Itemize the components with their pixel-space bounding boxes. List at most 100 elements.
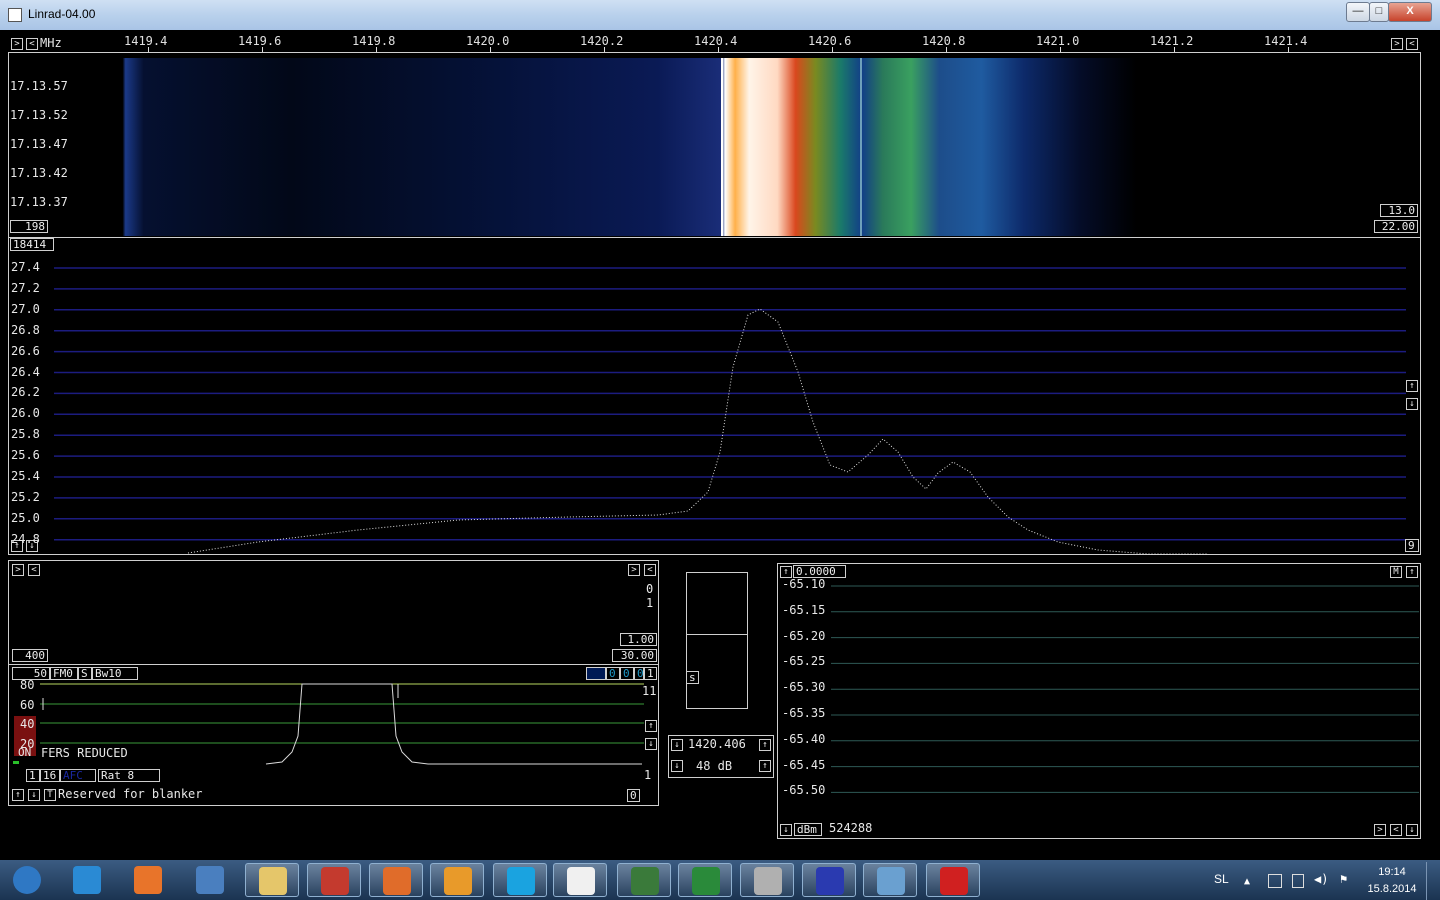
blanker-box[interactable]: 0: [627, 789, 640, 802]
scale-down-arrow-icon[interactable]: ↓: [1406, 824, 1418, 836]
action-center-flag-icon[interactable]: ⚑: [1340, 872, 1347, 886]
power-graph[interactable]: [777, 563, 1421, 839]
spectrum-y-label: 24.8: [11, 531, 40, 546]
channel-box[interactable]: 0: [620, 667, 634, 680]
agc-box[interactable]: 16: [40, 769, 60, 782]
freq-down-arrow-icon[interactable]: ↓: [671, 739, 683, 751]
baseband-bw-box[interactable]: 400: [12, 649, 48, 662]
afc-box[interactable]: AFC: [60, 769, 96, 782]
waterfall-time-label: 17.13.52: [10, 108, 68, 122]
linrad-penguin-icon-glyph: [567, 867, 595, 895]
device-icon[interactable]: [1292, 874, 1304, 888]
power-y-label: -65.40: [782, 731, 826, 746]
thunderbird-icon[interactable]: [183, 863, 237, 897]
channel-box[interactable]: 0: [634, 667, 644, 680]
baseband-scale-label: 40: [20, 717, 35, 731]
channel-box[interactable]: [586, 667, 606, 680]
close-button[interactable]: X: [1388, 2, 1432, 22]
agc-box[interactable]: 1: [26, 769, 40, 782]
internet-explorer-icon[interactable]: [60, 863, 114, 897]
media-player-icon[interactable]: [430, 863, 484, 897]
start-orb[interactable]: [0, 863, 54, 897]
skype-icon[interactable]: [493, 863, 547, 897]
rate-box[interactable]: Rat 8: [98, 769, 160, 782]
language-indicator[interactable]: SL: [1214, 872, 1229, 886]
scale-up-arrow-icon[interactable]: ↑: [1406, 380, 1418, 392]
scroll-left-icon[interactable]: <: [26, 38, 38, 50]
scroll-left-icon[interactable]: <: [1406, 38, 1418, 50]
s-toggle-box[interactable]: S: [78, 667, 92, 680]
freq-tick-label: 1420.0: [466, 34, 510, 48]
power-y-label: -65.30: [782, 680, 826, 695]
firefox-icon[interactable]: [121, 863, 175, 897]
scroll-right-icon[interactable]: >: [1391, 38, 1403, 50]
photo-viewer-icon[interactable]: [863, 863, 917, 897]
freq-tick-label: 1420.6: [808, 34, 852, 48]
linrad-penguin-icon[interactable]: [553, 863, 607, 897]
satellite-dish-icon-glyph: [816, 867, 844, 895]
freq-tick-label: 1420.4: [694, 34, 738, 48]
power-y-label: -65.45: [782, 757, 826, 772]
red-app-icon[interactable]: [926, 863, 980, 897]
clock-date[interactable]: 15.8.2014: [1362, 883, 1422, 895]
waterfall-display[interactable]: [10, 58, 1418, 236]
freq-tick-mark: [718, 47, 719, 52]
freq-up-arrow-icon[interactable]: ↑: [759, 739, 771, 751]
mode-fm-box[interactable]: FM0: [50, 667, 78, 680]
waterfall-count-box[interactable]: 198: [10, 220, 48, 233]
freq-unit: MHz: [40, 36, 62, 50]
spectrum-display[interactable]: [8, 237, 1421, 555]
scroll-right-icon[interactable]: >: [628, 564, 640, 576]
rocket-app-icon[interactable]: [740, 863, 794, 897]
power-unit-box[interactable]: dBm: [794, 823, 822, 836]
maximize-button[interactable]: □: [1369, 2, 1389, 22]
scale-up-arrow-icon[interactable]: ↑: [12, 789, 24, 801]
scroll-left-icon[interactable]: <: [644, 564, 656, 576]
spectrum-y-label: 26.6: [11, 343, 40, 358]
scroll-right-icon[interactable]: >: [11, 38, 23, 50]
minimize-button[interactable]: —: [1346, 2, 1370, 22]
scale-label: 1: [644, 768, 652, 782]
scale-down-arrow-icon[interactable]: ↓: [1406, 398, 1418, 410]
scroll-right-icon[interactable]: >: [1374, 824, 1386, 836]
baseband-gain-box[interactable]: 1.00: [620, 633, 657, 646]
baseband-scale-box[interactable]: 30.00: [612, 649, 657, 662]
spectrum-zoom-box[interactable]: 9: [1405, 539, 1419, 552]
radio-app-icon[interactable]: [617, 863, 671, 897]
freq-tick-mark: [1060, 47, 1061, 52]
orange-app-icon[interactable]: [369, 863, 423, 897]
channel-box[interactable]: 1: [644, 667, 657, 680]
spectrum-y-label: 25.4: [11, 469, 40, 483]
gain-up-arrow-icon[interactable]: ↑: [759, 760, 771, 772]
excel-icon[interactable]: [678, 863, 732, 897]
waterfall-zero-box[interactable]: 22.00: [1374, 220, 1418, 233]
show-desktop-button[interactable]: [1426, 862, 1440, 900]
file-explorer-icon[interactable]: [245, 863, 299, 897]
freq-tick-label: 1419.6: [238, 34, 282, 48]
scroll-left-icon[interactable]: <: [28, 564, 40, 576]
scale-down-arrow-icon[interactable]: ↓: [780, 824, 792, 836]
baseband-scale-label: 20: [20, 736, 35, 751]
volume-icon[interactable]: ◀): [1314, 872, 1328, 886]
scale-down-arrow-icon[interactable]: ↓: [28, 789, 40, 801]
freq-tick-label: 1419.4: [124, 34, 168, 48]
scroll-right-icon[interactable]: >: [12, 564, 24, 576]
scroll-left-icon[interactable]: <: [1390, 824, 1402, 836]
network-icon[interactable]: [1268, 874, 1282, 888]
file-explorer-icon-glyph: [259, 867, 287, 895]
show-hidden-icons-icon[interactable]: ▲: [1244, 876, 1250, 887]
waterfall-gain-box[interactable]: 13.0: [1380, 204, 1418, 217]
satellite-dish-icon[interactable]: [802, 863, 856, 897]
channel-box[interactable]: 0: [606, 667, 620, 680]
waterfall-time-label: 17.13.57: [10, 79, 68, 93]
scale-up-arrow-icon[interactable]: ↑: [645, 720, 657, 732]
gain-down-arrow-icon[interactable]: ↓: [671, 760, 683, 772]
spectrum-y-label: 25.8: [11, 427, 40, 442]
spectrum-y-label: 25.6: [11, 448, 40, 463]
library-books-icon[interactable]: [307, 863, 361, 897]
firefox-icon-glyph: [134, 866, 162, 894]
scale-down-arrow-icon[interactable]: ↓: [645, 738, 657, 750]
bandwidth-box[interactable]: Bw10: [92, 667, 138, 680]
clock-time[interactable]: 19:14: [1370, 866, 1414, 878]
t-button[interactable]: T: [44, 789, 56, 801]
